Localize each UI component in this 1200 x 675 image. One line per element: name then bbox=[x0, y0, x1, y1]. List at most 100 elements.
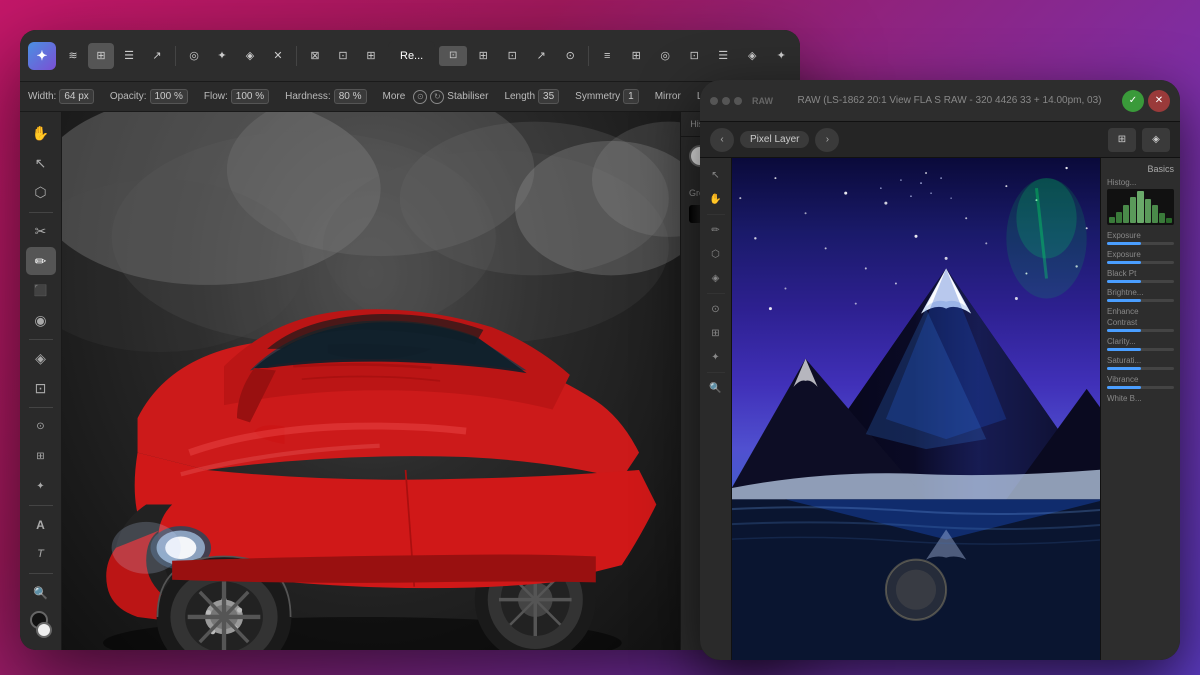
dot-3 bbox=[734, 97, 742, 105]
brightness-track[interactable] bbox=[1107, 299, 1174, 302]
more-btn[interactable]: More bbox=[383, 91, 406, 102]
toolbar-btn-3[interactable]: ☰ bbox=[116, 43, 142, 69]
tool-crop[interactable]: ✂ bbox=[26, 218, 56, 246]
tool-fx[interactable]: ⊡ bbox=[26, 375, 56, 403]
tool-patch[interactable]: ✦ bbox=[26, 472, 56, 500]
topbar-tool-group: ≋ ⊞ ☰ ↗ ◎ ✦ ◈ ✕ ⊠ ⊡ ⊞ bbox=[60, 43, 384, 69]
tablet-tool-2[interactable]: ✋ bbox=[705, 188, 727, 210]
toolbar-btn-2[interactable]: ⊞ bbox=[88, 43, 114, 69]
toolbar-btn-9[interactable]: ⊠ bbox=[302, 43, 328, 69]
tool-artistic-text[interactable]: T bbox=[26, 540, 56, 568]
mirror-btn[interactable]: Mirror bbox=[655, 91, 681, 102]
topbar-right-btn-8[interactable]: ⊡ bbox=[681, 43, 707, 69]
hardness-label: Hardness: bbox=[285, 91, 331, 102]
exposure-track[interactable] bbox=[1107, 242, 1174, 245]
options-toolbar: Width: 64 px Opacity: 100 % Flow: 100 % … bbox=[20, 82, 800, 112]
tablet-sep-3 bbox=[707, 372, 725, 373]
cancel-btn[interactable]: ✕ bbox=[1148, 90, 1170, 112]
topbar-right-btn-3[interactable]: ↗ bbox=[528, 43, 554, 69]
tablet-tool-1[interactable]: ↖ bbox=[705, 164, 727, 186]
topbar-right-btn-1[interactable]: ⊞ bbox=[470, 43, 496, 69]
symmetry-value[interactable]: 1 bbox=[623, 89, 639, 104]
topbar-right-btn-9[interactable]: ☰ bbox=[710, 43, 736, 69]
slider-brightness: Brightne... bbox=[1107, 288, 1174, 302]
topbar-right-btn-7[interactable]: ◎ bbox=[652, 43, 678, 69]
nav-layers-icon[interactable]: ⊞ bbox=[1108, 128, 1136, 152]
canvas-area[interactable] bbox=[62, 112, 680, 650]
toolbar-btn-7[interactable]: ◈ bbox=[237, 43, 263, 69]
tablet-title: RAW (LS-1862 20:1 View FLA S RAW - 320 4… bbox=[783, 95, 1116, 106]
topbar-right-btn-12[interactable]: ⊙ bbox=[797, 43, 800, 69]
tool-sep-3 bbox=[29, 407, 53, 408]
tablet-sep-2 bbox=[707, 293, 725, 294]
confirm-btn[interactable]: ✓ bbox=[1122, 90, 1144, 112]
nav-back[interactable]: ‹ bbox=[710, 128, 734, 152]
tool-zoom[interactable]: 🔍 bbox=[26, 579, 56, 607]
bg-color-swatch[interactable] bbox=[36, 622, 52, 638]
view-toggle[interactable]: ⊡ bbox=[439, 46, 467, 66]
hardness-value[interactable]: 80 % bbox=[334, 89, 367, 104]
topbar-right-btn-5[interactable]: ≡ bbox=[594, 43, 620, 69]
tablet-canvas[interactable] bbox=[732, 158, 1100, 660]
tablet-tool-8[interactable]: ✦ bbox=[705, 346, 727, 368]
toolbar-btn-4[interactable]: ↗ bbox=[144, 43, 170, 69]
tablet-tool-3[interactable]: ✏ bbox=[705, 219, 727, 241]
tool-healing[interactable]: ⊞ bbox=[26, 443, 56, 471]
topbar-right-btn-10[interactable]: ◈ bbox=[739, 43, 765, 69]
width-label: Width: bbox=[28, 91, 56, 102]
topbar-right-btn-2[interactable]: ⊡ bbox=[499, 43, 525, 69]
tablet-tool-5[interactable]: ◈ bbox=[705, 267, 727, 289]
nav-forward[interactable]: › bbox=[815, 128, 839, 152]
exposure2-track[interactable] bbox=[1107, 261, 1174, 264]
blackpt-track[interactable] bbox=[1107, 280, 1174, 283]
length-value[interactable]: 35 bbox=[538, 89, 559, 104]
tool-select[interactable]: ↖ bbox=[26, 150, 56, 178]
clarity-track[interactable] bbox=[1107, 348, 1174, 351]
length-control: Length 35 bbox=[504, 89, 559, 104]
tab-main[interactable]: Re... bbox=[388, 41, 435, 71]
tool-fill[interactable]: ◉ bbox=[26, 306, 56, 334]
saturation-track[interactable] bbox=[1107, 367, 1174, 370]
car-illustration bbox=[62, 176, 680, 650]
histogram-mini-label: Histog... bbox=[1107, 178, 1174, 187]
tool-paint[interactable]: ✏ bbox=[26, 247, 56, 275]
contrast-track[interactable] bbox=[1107, 329, 1174, 332]
toolbar-btn-8[interactable]: ✕ bbox=[265, 43, 291, 69]
topbar-right-btn-11[interactable]: ✦ bbox=[768, 43, 794, 69]
tablet-right-panel: Basics Histog... Exposure bbox=[1100, 158, 1180, 660]
flow-value[interactable]: 100 % bbox=[231, 89, 269, 104]
tablet-tool-7[interactable]: ⊞ bbox=[705, 322, 727, 344]
tool-type[interactable]: A bbox=[26, 511, 56, 539]
tool-move[interactable]: ✋ bbox=[26, 120, 56, 148]
tablet-tool-9[interactable]: 🔍 bbox=[705, 377, 727, 399]
dot-2 bbox=[722, 97, 730, 105]
stabiliser-icon-2: ↻ bbox=[430, 90, 444, 104]
toolbar-btn-6[interactable]: ✦ bbox=[209, 43, 235, 69]
hardness-control: Hardness: 80 % bbox=[285, 89, 366, 104]
tablet-tool-4[interactable]: ⬡ bbox=[705, 243, 727, 265]
width-value[interactable]: 64 px bbox=[59, 89, 93, 104]
tablet-device: RAW RAW (LS-1862 20:1 View FLA S RAW - 3… bbox=[700, 80, 1180, 660]
toolbar-btn-10[interactable]: ⊡ bbox=[330, 43, 356, 69]
opacity-value[interactable]: 100 % bbox=[150, 89, 188, 104]
topbar-right-btn-4[interactable]: ⊙ bbox=[557, 43, 583, 69]
tablet-tool-6[interactable]: ⊙ bbox=[705, 298, 727, 320]
stabiliser-label: Stabiliser bbox=[447, 91, 488, 102]
toolbar-btn-5[interactable]: ◎ bbox=[181, 43, 207, 69]
vibrance-track[interactable] bbox=[1107, 386, 1174, 389]
tool-brush[interactable]: ⬛ bbox=[26, 277, 56, 305]
nav-adjustments-icon[interactable]: ◈ bbox=[1142, 128, 1170, 152]
app-icon[interactable]: ✦ bbox=[28, 42, 56, 70]
tablet-left-tools: ↖ ✋ ✏ ⬡ ◈ ⊙ ⊞ ✦ 🔍 bbox=[700, 158, 732, 660]
topbar-right-btn-6[interactable]: ⊞ bbox=[623, 43, 649, 69]
toolbar-btn-1[interactable]: ≋ bbox=[60, 43, 86, 69]
topbar-tabs: Re... bbox=[388, 41, 435, 71]
slider-clarity: Clarity... bbox=[1107, 337, 1174, 351]
slider-saturation: Saturati... bbox=[1107, 356, 1174, 370]
slider-blackpt: Black Pt bbox=[1107, 269, 1174, 283]
toolbar-btn-11[interactable]: ⊞ bbox=[358, 43, 384, 69]
tool-gradient[interactable]: ◈ bbox=[26, 345, 56, 373]
tool-clone[interactable]: ⊙ bbox=[26, 413, 56, 441]
tool-node[interactable]: ⬡ bbox=[26, 179, 56, 207]
nav-layer-label: Pixel Layer bbox=[740, 131, 809, 148]
